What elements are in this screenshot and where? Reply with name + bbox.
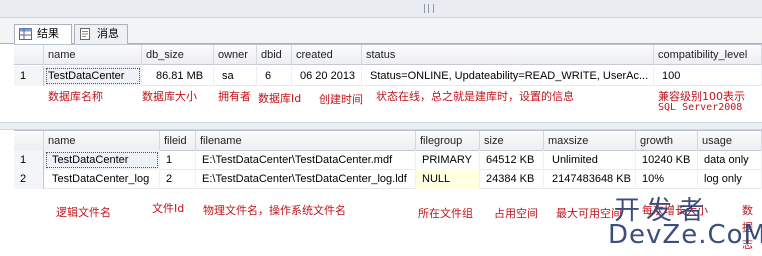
cell-name[interactable]: TestDataCenter_log bbox=[44, 169, 160, 189]
cell-size[interactable]: 24384 KB bbox=[480, 169, 544, 189]
cell-maxsize[interactable]: 2147483648 KB bbox=[544, 169, 636, 189]
header-usage[interactable]: usage bbox=[698, 131, 762, 151]
annotation-fileid: 文件Id bbox=[152, 202, 185, 215]
header-growth[interactable]: growth bbox=[636, 131, 698, 151]
cell-size[interactable]: 64512 KB bbox=[480, 150, 544, 170]
header-owner[interactable]: owner bbox=[214, 45, 257, 65]
annotation-db-name: 数据库名称 bbox=[48, 90, 103, 103]
header-name[interactable]: name bbox=[44, 131, 160, 151]
header-filename[interactable]: filename bbox=[196, 131, 416, 151]
header-size[interactable]: size bbox=[480, 131, 544, 151]
header-rownum bbox=[14, 45, 44, 65]
cell-owner[interactable]: sa bbox=[214, 66, 257, 86]
annotation-status: 状态在线，总之就是建库时，设置的信息 bbox=[376, 90, 574, 103]
grid-icon bbox=[19, 28, 32, 40]
watermark-logo: 开发者 DevZe.CoM bbox=[608, 190, 762, 256]
grid-header: name db_size owner dbid created status c… bbox=[14, 45, 762, 65]
row-number[interactable]: 1 bbox=[14, 66, 44, 86]
database-files-grid: name fileid filename filegroup size maxs… bbox=[14, 130, 762, 189]
annotation-size: 占用空间 bbox=[494, 207, 538, 220]
splitter-grip-icon[interactable] bbox=[424, 4, 434, 13]
table-row[interactable]: 2 TestDataCenter_log 2 E:\TestDataCenter… bbox=[14, 169, 762, 189]
results-tabstrip: 结果 消息 bbox=[0, 18, 762, 45]
cell-name[interactable]: TestDataCenter bbox=[44, 66, 142, 86]
watermark-en: DevZe.CoM bbox=[608, 220, 762, 250]
tab-results[interactable]: 结果 bbox=[14, 24, 72, 45]
table-row[interactable]: 1 TestDataCenter 86.81 MB sa 6 06 20 201… bbox=[14, 66, 762, 86]
tab-messages[interactable]: 消息 bbox=[74, 24, 128, 44]
grid-divider[interactable] bbox=[0, 122, 762, 130]
results-pane-topbar bbox=[0, 0, 762, 18]
annotation-created: 创建时间 bbox=[319, 93, 363, 106]
cell-filegroup[interactable]: PRIMARY bbox=[416, 150, 480, 170]
database-info-grid: name db_size owner dbid created status c… bbox=[14, 44, 762, 87]
cell-filegroup[interactable]: NULL bbox=[416, 169, 480, 189]
cell-usage[interactable]: data only bbox=[698, 150, 762, 170]
annotation-owner: 拥有者 bbox=[218, 90, 251, 103]
cell-compatibility-level[interactable]: 100 bbox=[654, 66, 762, 86]
cell-filename[interactable]: E:\TestDataCenter\TestDataCenter.mdf bbox=[196, 150, 416, 170]
cell-fileid[interactable]: 1 bbox=[160, 150, 196, 170]
header-dbid[interactable]: dbid bbox=[257, 45, 292, 65]
annotation-compat-line2: SQL Server2008 bbox=[658, 102, 743, 113]
annotation-filegroup: 所在文件组 bbox=[418, 207, 473, 220]
header-compatibility-level[interactable]: compatibility_level bbox=[654, 45, 762, 65]
messages-icon bbox=[80, 28, 90, 40]
cell-maxsize[interactable]: Unlimited bbox=[544, 150, 636, 170]
row-number[interactable]: 2 bbox=[14, 169, 44, 189]
grid-header: name fileid filename filegroup size maxs… bbox=[14, 131, 762, 151]
cell-status[interactable]: Status=ONLINE, Updateability=READ_WRITE,… bbox=[362, 66, 654, 86]
cell-growth[interactable]: 10240 KB bbox=[636, 150, 698, 170]
cell-usage[interactable]: log only bbox=[698, 169, 762, 189]
header-filegroup[interactable]: filegroup bbox=[416, 131, 480, 151]
header-fileid[interactable]: fileid bbox=[160, 131, 196, 151]
annotation-filename: 物理文件名，操作系统文件名 bbox=[203, 204, 346, 217]
header-status[interactable]: status bbox=[362, 45, 654, 65]
table-row[interactable]: 1 TestDataCenter 1 E:\TestDataCenter\Tes… bbox=[14, 150, 762, 170]
header-db-size[interactable]: db_size bbox=[142, 45, 214, 65]
header-maxsize[interactable]: maxsize bbox=[544, 131, 636, 151]
header-created[interactable]: created bbox=[292, 45, 362, 65]
cell-created[interactable]: 06 20 2013 bbox=[292, 66, 362, 86]
header-rownum bbox=[14, 131, 44, 151]
cell-fileid[interactable]: 2 bbox=[160, 169, 196, 189]
cell-name[interactable]: TestDataCenter bbox=[44, 150, 160, 170]
cell-dbid[interactable]: 6 bbox=[257, 66, 292, 86]
annotation-db-size: 数据库大小 bbox=[142, 90, 197, 103]
annotation-dbid: 数据库Id bbox=[258, 92, 302, 105]
cell-db-size[interactable]: 86.81 MB bbox=[142, 66, 214, 86]
header-name[interactable]: name bbox=[44, 45, 142, 65]
annotation-logical-name: 逻辑文件名 bbox=[56, 206, 111, 219]
tab-messages-label: 消息 bbox=[97, 27, 119, 40]
tab-results-label: 结果 bbox=[37, 27, 59, 40]
cell-growth[interactable]: 10% bbox=[636, 169, 698, 189]
cell-filename[interactable]: E:\TestDataCenter\TestDataCenter_log.ldf bbox=[196, 169, 416, 189]
row-number[interactable]: 1 bbox=[14, 150, 44, 170]
